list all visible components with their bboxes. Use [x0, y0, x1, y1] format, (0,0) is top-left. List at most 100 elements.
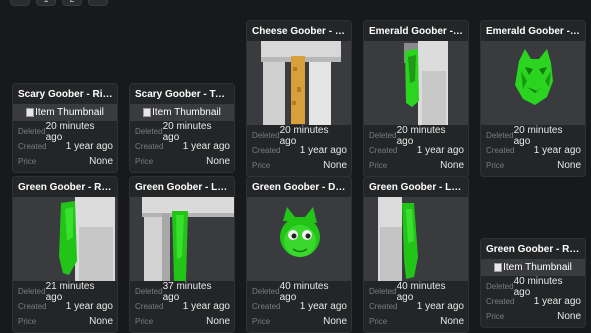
- created-label: Created: [486, 297, 515, 306]
- created-value: 1 year ago: [182, 141, 230, 152]
- page-1-button[interactable]: 1: [36, 0, 56, 6]
- created-label: Created: [252, 146, 281, 155]
- created-value: 1 year ago: [65, 141, 113, 152]
- item-thumbnail[interactable]: [13, 197, 117, 281]
- created-label: Created: [18, 142, 47, 151]
- item-thumbnail[interactable]: [364, 197, 468, 281]
- deleted-value: 20 minutes ago: [45, 120, 95, 143]
- price-label: Price: [369, 317, 388, 326]
- green-arm-thumbnail: [59, 197, 115, 281]
- price-value: None: [206, 316, 230, 327]
- price-value: None: [89, 316, 113, 327]
- page-number: 2: [69, 0, 74, 4]
- item-title[interactable]: Green Goober - Left Arm: [364, 177, 468, 194]
- broken-image-icon: [494, 263, 503, 272]
- broken-image-icon: [26, 108, 35, 117]
- deleted-label: Deleted: [369, 131, 397, 140]
- created-value: 1 year ago: [182, 301, 230, 312]
- price-value: None: [323, 316, 347, 327]
- deleted-label: Deleted: [369, 287, 397, 296]
- price-label: Price: [18, 317, 37, 326]
- created-value: 1 year ago: [533, 296, 581, 307]
- item-thumbnail[interactable]: [247, 41, 351, 125]
- item-thumbnail[interactable]: Item Thumbnail: [13, 104, 117, 121]
- item-card[interactable]: Emerald Goober - Dynamic Head Deleted20 …: [480, 20, 586, 177]
- item-thumbnail[interactable]: [130, 197, 234, 281]
- created-label: Created: [135, 302, 164, 311]
- price-label: Price: [18, 157, 37, 166]
- price-label: Price: [252, 161, 271, 170]
- deleted-label: Deleted: [252, 131, 280, 140]
- pagination: 1 2: [10, 0, 108, 6]
- first-page-button[interactable]: [10, 0, 30, 6]
- price-value: None: [206, 156, 230, 167]
- deleted-label: Deleted: [486, 131, 514, 140]
- cheese-leg-thumbnail: [261, 41, 341, 125]
- item-card[interactable]: Scary Goober - Right Arm Item Thumbnail …: [12, 83, 118, 173]
- next-page-button[interactable]: [88, 0, 108, 6]
- price-label: Price: [252, 317, 271, 326]
- created-label: Created: [135, 142, 164, 151]
- green-leg-thumbnail: [142, 197, 234, 281]
- item-card[interactable]: Green Goober - Right Leg Item Thumbnail …: [480, 238, 586, 328]
- price-label: Price: [486, 161, 505, 170]
- created-value: 1 year ago: [416, 145, 464, 156]
- item-title[interactable]: Green Goober - Right Arm: [13, 177, 117, 194]
- item-card[interactable]: Emerald Goober - Right Arm Deleted20 min…: [363, 20, 469, 177]
- item-thumbnail[interactable]: Item Thumbnail: [481, 259, 585, 276]
- item-title[interactable]: Green Goober - Right Leg: [481, 239, 585, 256]
- deleted-value: 21 minutes ago: [45, 280, 95, 303]
- item-card[interactable]: Scary Goober - Torso Item Thumbnail Dele…: [129, 83, 235, 173]
- price-label: Price: [135, 317, 154, 326]
- created-label: Created: [369, 146, 398, 155]
- created-value: 1 year ago: [299, 301, 347, 312]
- price-label: Price: [135, 157, 154, 166]
- created-label: Created: [369, 302, 398, 311]
- item-title[interactable]: Emerald Goober - Dynamic Head: [481, 21, 585, 38]
- item-thumbnail[interactable]: Item Thumbnail: [130, 104, 234, 121]
- green-left-arm-thumbnail: [378, 197, 418, 281]
- deleted-value: 20 minutes ago: [396, 124, 446, 147]
- item-title[interactable]: Emerald Goober - Right Arm: [364, 21, 468, 38]
- created-value: 1 year ago: [533, 145, 581, 156]
- item-card[interactable]: Green Goober - Left Leg Deleted37 minute…: [129, 176, 235, 333]
- created-label: Created: [18, 302, 47, 311]
- item-card[interactable]: Green Goober - Dynamic Head Deleted40 mi…: [246, 176, 352, 333]
- item-title[interactable]: Green Goober - Left Leg: [130, 177, 234, 194]
- item-title[interactable]: Scary Goober - Torso: [130, 84, 234, 101]
- price-value: None: [89, 156, 113, 167]
- created-label: Created: [252, 302, 281, 311]
- item-thumbnail[interactable]: [364, 41, 468, 125]
- deleted-value: 37 minutes ago: [162, 280, 212, 303]
- deleted-label: Deleted: [135, 287, 163, 296]
- created-value: 1 year ago: [299, 145, 347, 156]
- page-2-button[interactable]: 2: [62, 0, 82, 6]
- deleted-value: 40 minutes ago: [396, 280, 446, 303]
- deleted-label: Deleted: [18, 287, 46, 296]
- item-title[interactable]: Scary Goober - Right Arm: [13, 84, 117, 101]
- item-title[interactable]: Green Goober - Dynamic Head: [247, 177, 351, 194]
- item-title[interactable]: Cheese Goober - Right Leg: [247, 21, 351, 38]
- deleted-label: Deleted: [252, 287, 280, 296]
- price-value: None: [557, 311, 581, 322]
- thumbnail-alt-text: Item Thumbnail: [503, 262, 572, 273]
- item-card[interactable]: Green Goober - Right Arm Deleted21 minut…: [12, 176, 118, 333]
- item-card[interactable]: Cheese Goober - Right Leg Deleted20 minu…: [246, 20, 352, 177]
- deleted-label: Deleted: [18, 127, 46, 136]
- deleted-value: 20 minutes ago: [513, 124, 563, 147]
- created-value: 1 year ago: [416, 301, 464, 312]
- price-label: Price: [369, 161, 388, 170]
- price-value: None: [557, 160, 581, 171]
- emerald-arm-thumbnail: [404, 41, 448, 125]
- created-label: Created: [486, 146, 515, 155]
- deleted-label: Deleted: [486, 282, 514, 291]
- thumbnail-alt-text: Item Thumbnail: [152, 107, 221, 118]
- item-card[interactable]: Green Goober - Left Arm Deleted40 minute…: [363, 176, 469, 333]
- item-thumbnail[interactable]: [247, 197, 351, 281]
- page-number: 1: [43, 0, 48, 4]
- deleted-value: 20 minutes ago: [279, 124, 329, 147]
- created-value: 1 year ago: [65, 301, 113, 312]
- broken-image-icon: [143, 108, 152, 117]
- deleted-value: 40 minutes ago: [279, 280, 329, 303]
- item-thumbnail[interactable]: [481, 41, 585, 125]
